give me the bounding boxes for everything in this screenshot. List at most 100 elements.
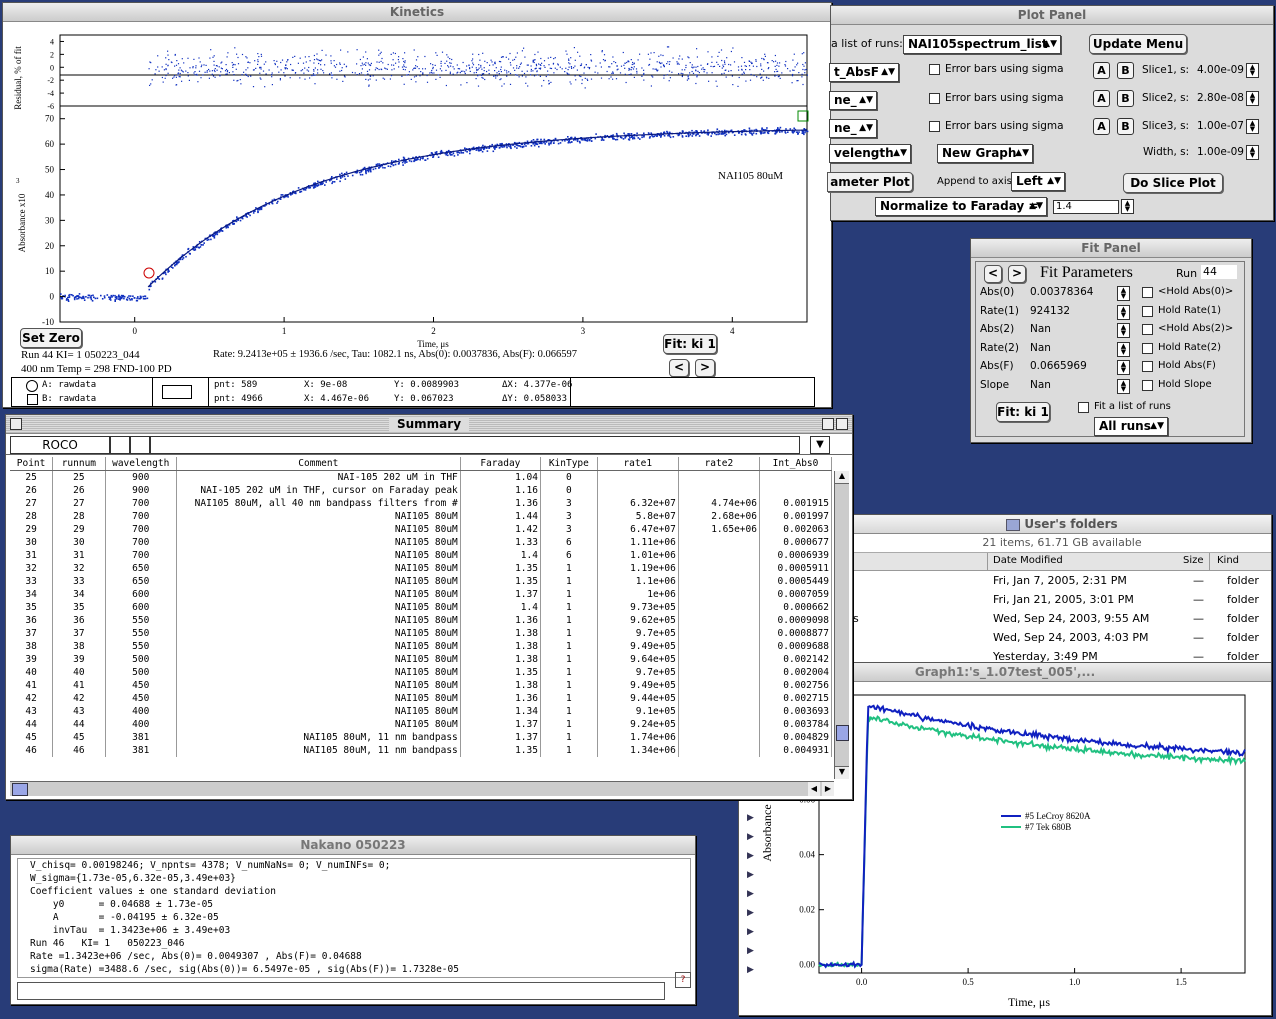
table-cell[interactable]: 2.68e+06 — [678, 510, 760, 523]
table-row[interactable]: 31 31 700 NAI105 80uM 1.4 6 1.01e+06 0.0006939 — [10, 549, 832, 562]
table-cell[interactable]: 39 — [10, 653, 54, 666]
table-cell[interactable] — [678, 575, 760, 588]
table-row[interactable]: 25 25 900 NAI-105 202 uM in THF 1.04 0 — [10, 470, 832, 484]
table-cell[interactable]: 1 — [540, 627, 598, 640]
table-cell[interactable]: 650 — [105, 562, 177, 575]
normalize-value-field[interactable]: 1.4 — [1053, 200, 1119, 214]
table-cell[interactable]: 1.36 — [460, 692, 541, 705]
table-cell[interactable]: 6 — [540, 549, 598, 562]
table-cell[interactable]: 1.38 — [460, 653, 541, 666]
table-cell[interactable]: 9.1e+05 — [597, 705, 679, 718]
scroll-down-arrow[interactable]: ▼ — [835, 766, 849, 779]
fit-param-value[interactable]: Nan — [1030, 323, 1051, 335]
table-cell[interactable]: 29 — [10, 523, 54, 536]
command-line[interactable] — [17, 982, 665, 1000]
table-cell[interactable]: 6 — [540, 536, 598, 549]
table-cell[interactable]: 1.38 — [460, 627, 541, 640]
slice1-value[interactable]: 4.00e-09 — [1197, 64, 1244, 76]
table-cell[interactable] — [597, 470, 679, 484]
table-cell[interactable]: 1 — [540, 640, 598, 653]
table-cell[interactable]: 1.4 — [460, 549, 541, 562]
table-cell[interactable]: 35 — [10, 601, 54, 614]
table-cell[interactable]: 381 — [105, 744, 177, 757]
table-cell[interactable]: 9.7e+05 — [597, 627, 679, 640]
folders-titlebar[interactable]: User's folders — [853, 515, 1271, 534]
table-row[interactable]: 32 32 650 NAI105 80uM 1.35 1 1.19e+06 0.0005911 — [10, 562, 832, 575]
table-cell[interactable]: 33 — [52, 575, 106, 588]
table-cell[interactable]: 43 — [52, 705, 106, 718]
table-cell[interactable]: 0.0005449 — [759, 575, 832, 588]
table-cell[interactable]: 0.002715 — [759, 692, 832, 705]
table-cell[interactable]: NAI105 80uM — [176, 705, 461, 718]
table-cell[interactable]: 9.49e+05 — [597, 679, 679, 692]
help-icon[interactable]: ? — [675, 972, 691, 988]
table-cell[interactable]: 44 — [52, 718, 106, 731]
horizontal-scrollbar[interactable]: ◀ ▶ — [10, 781, 834, 796]
table-cell[interactable] — [678, 536, 760, 549]
table-cell[interactable]: 9.62e+05 — [597, 614, 679, 627]
table-cell[interactable]: 550 — [105, 614, 177, 627]
table-cell[interactable]: 3 — [540, 523, 598, 536]
table-cell[interactable]: 450 — [105, 692, 177, 705]
folder-row[interactable]: Wed, Sep 24, 2003, 4:03 PM — folder — [853, 628, 1271, 647]
table-row[interactable]: 43 43 400 NAI105 80uM 1.34 1 9.1e+05 0.003693 — [10, 705, 832, 718]
error-bars-checkbox-2[interactable] — [929, 93, 940, 104]
table-cell[interactable]: 46 — [52, 744, 106, 757]
table-cell[interactable]: 550 — [105, 640, 177, 653]
table-cell[interactable]: 1e+06 — [597, 588, 679, 601]
table-cell[interactable] — [678, 666, 760, 679]
table-cell[interactable]: 42 — [10, 692, 54, 705]
table-cell[interactable]: 5.8e+07 — [597, 510, 679, 523]
slice2-value[interactable]: 2.80e-08 — [1197, 92, 1244, 104]
table-cell[interactable]: 1.36 — [460, 614, 541, 627]
table-cell[interactable]: 36 — [10, 614, 54, 627]
table-cell[interactable]: 46 — [10, 744, 54, 757]
table-cell[interactable]: 9.49e+05 — [597, 640, 679, 653]
table-cell[interactable]: 3 — [540, 510, 598, 523]
all-runs-popup[interactable]: All runs ▲▼ — [1094, 417, 1168, 436]
table-cell[interactable]: 400 — [105, 705, 177, 718]
table-cell[interactable] — [678, 484, 760, 497]
table-cell[interactable] — [678, 601, 760, 614]
table-cell[interactable]: 0.000677 — [759, 536, 832, 549]
folder-row[interactable]: Fri, Jan 21, 2005, 3:01 PM — folder — [853, 590, 1271, 609]
cursor-a-icon[interactable] — [26, 380, 38, 392]
table-cell[interactable]: 31 — [10, 549, 54, 562]
table-cell[interactable]: 39 — [52, 653, 106, 666]
col-size[interactable]: Size — [1183, 555, 1204, 566]
table-row[interactable]: 36 36 550 NAI105 80uM 1.36 1 9.62e+05 0.0009098 — [10, 614, 832, 627]
table-row[interactable]: 46 46 381 NAI105 80uM, 11 nm bandpass 1.35 1 1… — [10, 744, 832, 757]
hscroll-right-arrow[interactable]: ▶ — [822, 782, 834, 796]
table-cell[interactable]: NAI105 80uM — [176, 523, 461, 536]
table-cell[interactable]: 27 — [52, 497, 106, 510]
table-cell[interactable]: 31 — [52, 549, 106, 562]
table-cell[interactable]: 900 — [105, 484, 177, 497]
table-cell[interactable]: 700 — [105, 536, 177, 549]
table-row[interactable]: 41 41 450 NAI105 80uM 1.38 1 9.49e+05 0.002756 — [10, 679, 832, 692]
table-cell[interactable]: 0 — [540, 484, 598, 497]
table-cell[interactable]: 1.34e+06 — [597, 744, 679, 757]
collapse-box-icon[interactable] — [836, 418, 848, 430]
table-cell[interactable]: 41 — [10, 679, 54, 692]
table-cell[interactable]: 0.001997 — [759, 510, 832, 523]
table-cell[interactable]: 1 — [540, 575, 598, 588]
table-row[interactable]: 35 35 600 NAI105 80uM 1.4 1 9.73e+05 0.000662 — [10, 601, 832, 614]
hold-checkbox[interactable] — [1142, 361, 1153, 372]
table-cell[interactable]: 44 — [10, 718, 54, 731]
table-cell[interactable]: 6.32e+07 — [597, 497, 679, 510]
table-cell[interactable]: 1.37 — [460, 588, 541, 601]
width-stepper[interactable]: ▲ ▼ — [1246, 145, 1259, 160]
table-cell[interactable]: 40 — [10, 666, 54, 679]
table-cell[interactable]: 1 — [540, 718, 598, 731]
type-popup-2[interactable]: ne_ ▲▼ — [829, 91, 877, 110]
y-axis-popup[interactable]: t_AbsF ▲▼ — [829, 63, 899, 82]
summary-titlebar[interactable]: Summary — [6, 415, 852, 434]
update-menu-button[interactable]: Update Menu — [1089, 34, 1187, 54]
table-cell[interactable]: NAI105 80uM — [176, 718, 461, 731]
table-cell[interactable]: 30 — [52, 536, 106, 549]
fit-param-stepper[interactable]: ▲ ▼ — [1117, 304, 1130, 320]
table-cell[interactable]: 400 — [105, 718, 177, 731]
hold-checkbox[interactable] — [1142, 305, 1153, 317]
table-cell[interactable]: 9.7e+05 — [597, 666, 679, 679]
table-cell[interactable]: 0.002756 — [759, 679, 832, 692]
